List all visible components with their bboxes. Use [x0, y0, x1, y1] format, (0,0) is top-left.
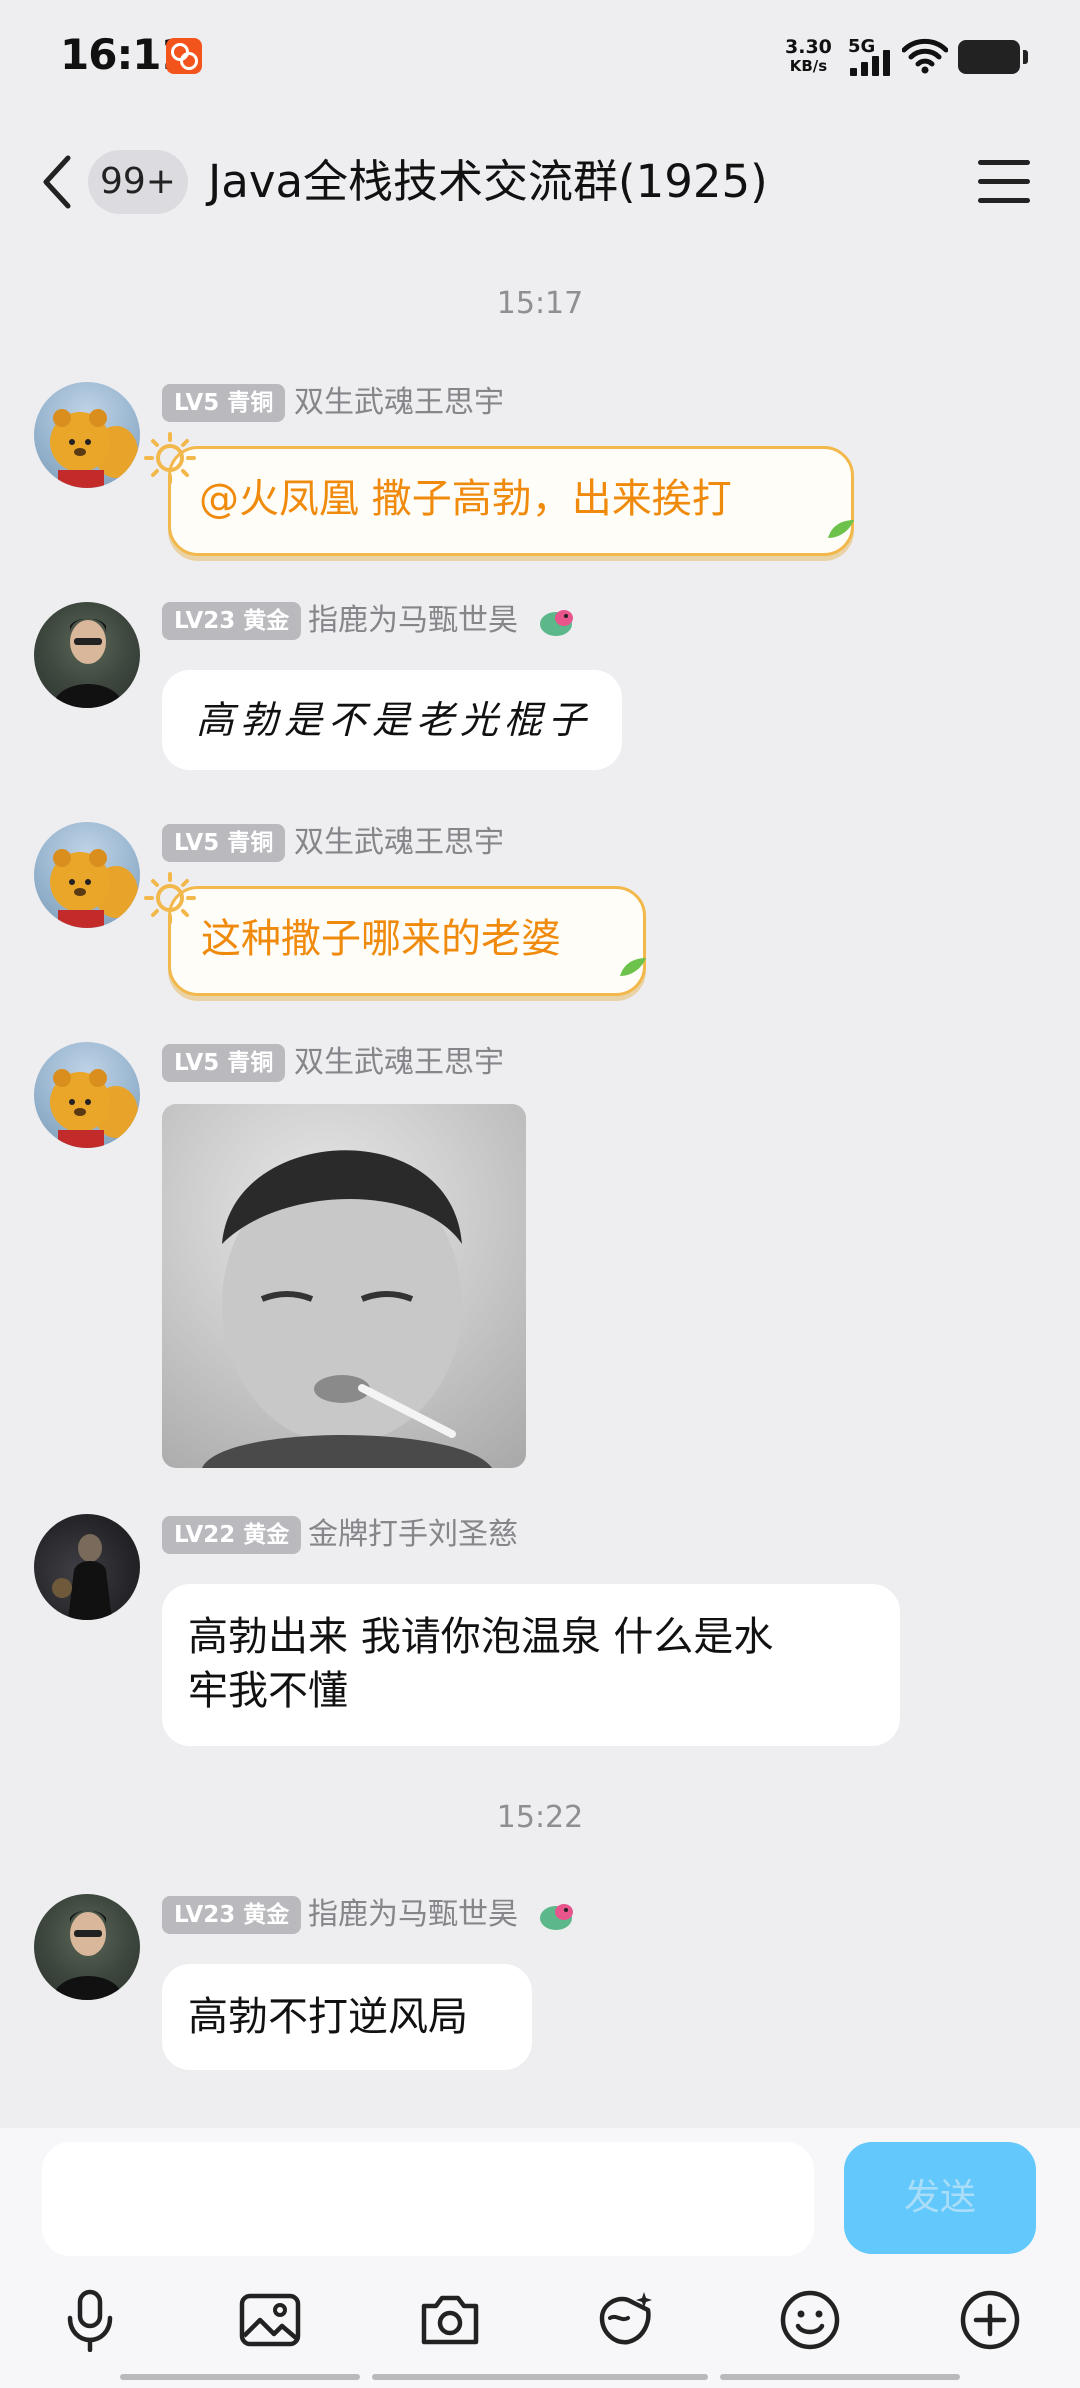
network-speed: 3.30 KB/s	[785, 36, 832, 76]
leaf-icon	[828, 520, 854, 538]
avatar[interactable]	[34, 1042, 140, 1148]
level-badge: LV22 黄金	[162, 1516, 302, 1554]
sender-name[interactable]: 指鹿为马甄世昊	[308, 1896, 518, 1934]
camera-icon[interactable]	[418, 2288, 482, 2352]
avatar[interactable]	[34, 602, 140, 708]
sender-name[interactable]: 双生武魂王思宇	[294, 824, 504, 862]
sun-icon	[144, 432, 196, 484]
message-text: @火凤凰 撒子高勃，出来挨打	[199, 476, 732, 522]
bear-avatar-art	[50, 409, 138, 488]
message-input[interactable]	[42, 2142, 814, 2256]
message-text: 高勃不打逆风局	[188, 1994, 468, 2040]
level-badge: LV5 青铜	[162, 824, 286, 862]
level-badge: LV23 黄金	[162, 1896, 302, 1934]
avatar[interactable]	[34, 382, 140, 488]
avatar[interactable]	[34, 822, 140, 928]
dragon-icon	[540, 1904, 573, 1930]
microphone-icon[interactable]	[58, 2288, 122, 2352]
send-button[interactable]: 发送	[844, 2142, 1036, 2254]
message-bubble[interactable]: 高勃不打逆风局	[162, 1964, 532, 2070]
man-avatar-art	[52, 1910, 124, 2000]
sender-name[interactable]: 指鹿为马甄世昊	[308, 602, 518, 640]
avatar[interactable]	[34, 1894, 140, 2000]
message-text-line-1: 高勃出来 我请你泡温泉 什么是水	[188, 1614, 774, 1660]
app-notification-icon	[166, 38, 202, 74]
message-bubble[interactable]: 这种撒子哪来的老婆	[168, 886, 646, 996]
message-text: 高勃是不是老光棍子	[196, 698, 593, 742]
level-badge: LV5 青铜	[162, 384, 286, 422]
dark-avatar-art	[52, 1534, 112, 1620]
message-text-line-2: 牢我不懂	[188, 1668, 348, 1714]
bear-avatar-art	[50, 1069, 138, 1148]
level-badge: LV5 青铜	[162, 1044, 286, 1082]
sender-name[interactable]: 双生武魂王思宇	[294, 384, 504, 422]
menu-icon[interactable]	[978, 160, 1030, 204]
man-avatar-art	[52, 618, 124, 708]
leaf-icon	[620, 958, 646, 976]
avatar[interactable]	[34, 1514, 140, 1620]
message-text: 这种撒子哪来的老婆	[201, 916, 561, 962]
back-icon[interactable]	[38, 152, 78, 212]
sun-icon	[144, 872, 196, 924]
message-bubble[interactable]: 高勃是不是老光棍子	[162, 670, 622, 770]
photo-icon[interactable]	[238, 2288, 302, 2352]
red-packet-icon[interactable]	[594, 2288, 658, 2352]
sender-name[interactable]: 金牌打手刘圣慈	[308, 1516, 518, 1554]
meme-image[interactable]	[162, 1104, 526, 1468]
child-meme-art	[202, 1150, 492, 1468]
group-title[interactable]: Java全栈技术交流群(1925)	[208, 150, 768, 214]
message-bubble[interactable]: 高勃出来 我请你泡温泉 什么是水 牢我不懂	[162, 1584, 900, 1746]
level-badge: LV23 黄金	[162, 602, 302, 640]
bear-avatar-art	[50, 849, 138, 928]
signal-icon	[850, 50, 892, 76]
wifi-icon	[902, 38, 948, 74]
plus-icon[interactable]	[958, 2288, 1022, 2352]
sender-name[interactable]: 双生武魂王思宇	[294, 1044, 504, 1082]
unread-count-badge[interactable]: 99+	[88, 150, 188, 214]
emoji-icon[interactable]	[778, 2288, 842, 2352]
timestamp: 15:22	[496, 1800, 584, 1835]
timestamp: 15:17	[496, 286, 584, 321]
dragon-icon	[540, 610, 573, 636]
message-bubble[interactable]: @火凤凰 撒子高勃，出来挨打	[168, 446, 854, 556]
battery-icon	[958, 40, 1028, 74]
